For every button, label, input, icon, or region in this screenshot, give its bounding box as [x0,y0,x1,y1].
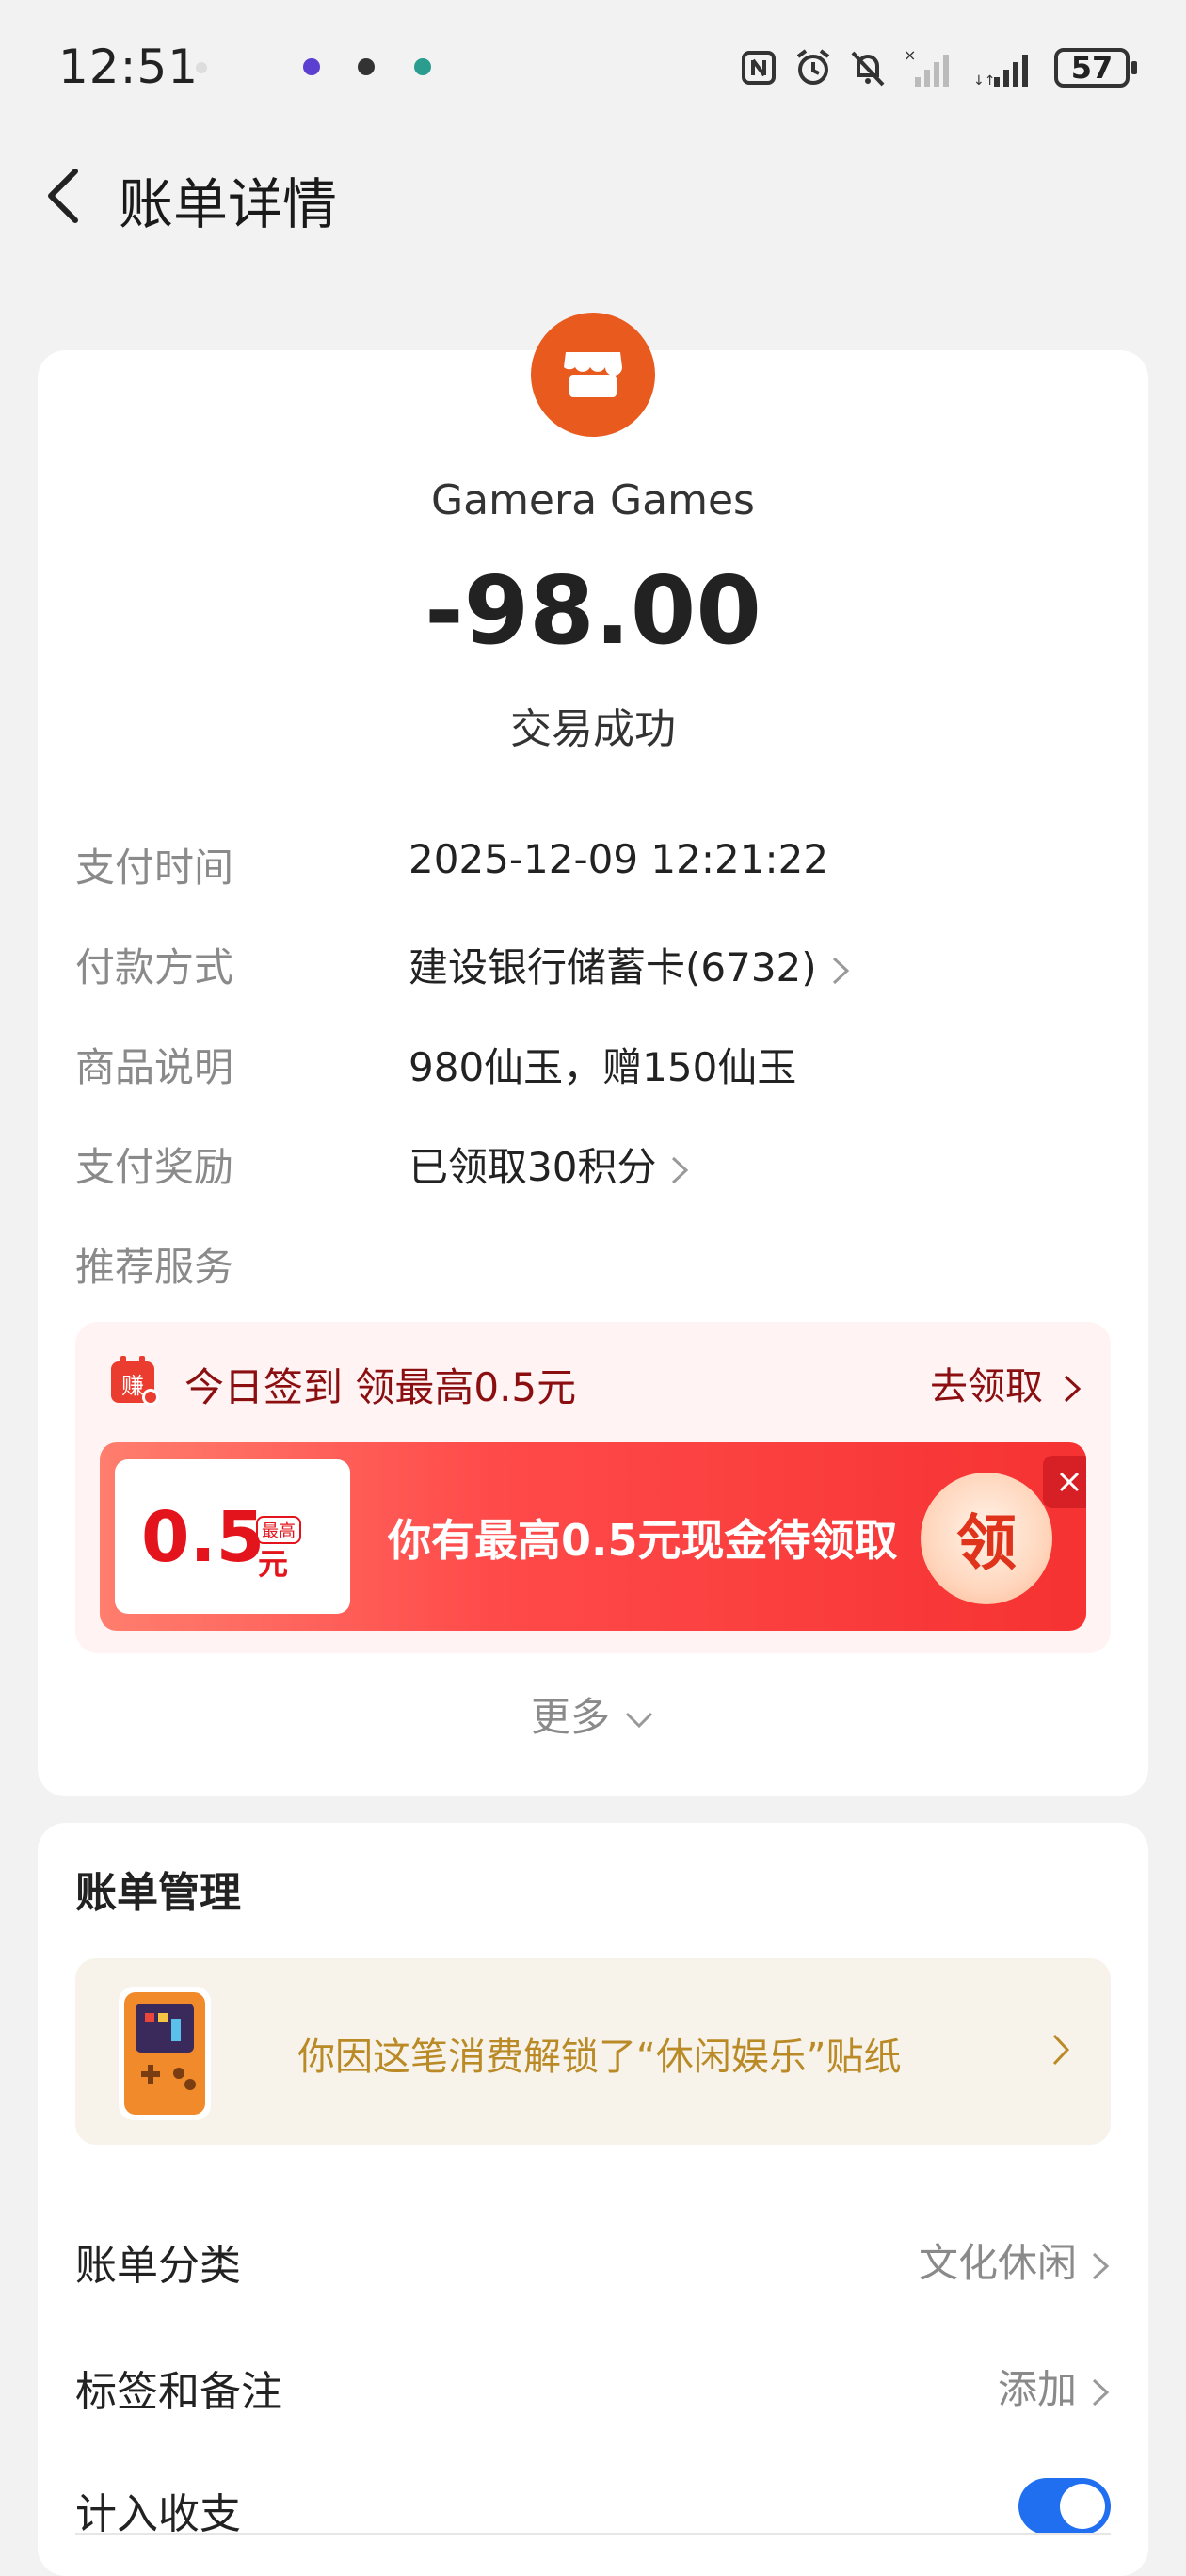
chevron-down-icon [625,1712,653,1728]
detail-value: 2025-12-09 12:21:22 [409,836,829,882]
svg-text:↓↑: ↓↑ [973,73,995,89]
bill-category-row[interactable]: 账单分类 文化休闲 [75,2218,1111,2294]
chevron-right-icon [832,957,849,984]
status-time: 12:51 [58,40,200,94]
detail-label: 支付时间 [75,845,234,891]
calendar-icon: 赚 [109,1356,160,1407]
svg-text:×: × [904,47,916,64]
chevron-right-icon [672,1156,689,1183]
include-toggle[interactable] [1018,2478,1111,2535]
status-bar: 12:51 × ↓↑ 57 [0,0,1186,132]
notification-icon [303,58,320,75]
alarm-icon [796,49,830,85]
detail-label: 推荐服务 [75,1244,234,1290]
chevron-right-icon [1092,2378,1110,2406]
more-button[interactable]: 更多 [38,1685,1148,1743]
bill-management-card: 账单管理 你因这笔消费解锁了“休闲娱乐”贴纸 账单分类 文化休闲 标签和备注 添… [38,1823,1148,2576]
detail-row-pay-time: 支付时间 2025-12-09 12:21:22 [75,827,1111,893]
transaction-status: 交易成功 [510,705,676,753]
row-value: 文化休闲 [918,2240,1077,2286]
row-label: 标签和备注 [75,2368,282,2416]
coupon-amount: 0.5 [141,1497,265,1578]
row-value: 添加 [997,2366,1077,2412]
notification-icon [414,58,431,75]
sticker-text: 你因这笔消费解锁了“休闲娱乐”贴纸 [297,2036,902,2079]
detail-value: 980仙玉，赠150仙玉 [409,1044,797,1090]
more-label: 更多 [530,1694,610,1740]
detail-label: 商品说明 [75,1044,234,1090]
sticker-banner[interactable]: 你因这笔消费解锁了“休闲娱乐”贴纸 [75,1958,1111,2145]
mute-icon [851,51,885,87]
promo-link-label: 去领取 [930,1365,1043,1409]
store-icon [531,313,655,437]
calendar-icon-label: 赚 [121,1373,144,1399]
notification-dot [196,62,207,73]
coupon-ticket: 0.5 最高 元 [115,1459,350,1614]
coupon-unit: 元 [258,1546,289,1582]
detail-label: 付款方式 [75,944,234,990]
row-label: 账单分类 [75,2242,241,2290]
promo-claim-link[interactable]: 去领取 [930,1356,1082,1410]
chevron-right-icon [1092,2252,1110,2279]
detail-value: 建设银行储蓄卡(6732) [409,944,817,990]
cash-coupon[interactable]: 0.5 最高 元 你有最高0.5元现金待领取 领 [100,1442,1086,1631]
close-icon[interactable] [1043,1456,1086,1508]
tags-notes-row[interactable]: 标签和备注 添加 [75,2344,1111,2420]
transaction-card: Gamera Games -98.00 交易成功 支付时间 2025-12-09… [38,313,1148,1796]
coupon-text: 你有最高0.5元现金待领取 [388,1515,898,1566]
detail-row-reward[interactable]: 支付奖励 已领取30积分 [75,1126,1111,1192]
detail-label: 支付奖励 [75,1144,234,1190]
chevron-left-icon[interactable] [38,162,94,228]
transaction-amount: -98.00 [425,555,761,666]
game-console-sticker-icon [119,1987,211,2120]
page-title: 账单详情 [119,172,338,236]
signal-icon: ↓↑ [973,55,1028,89]
include-in-budget-row: 计入收支 [75,2467,1111,2542]
detail-row-description: 商品说明 980仙玉，赠150仙玉 [75,1026,1111,1092]
row-label: 计入收支 [75,2490,241,2538]
promo-title: 今日签到 领最高0.5元 [184,1364,577,1410]
chevron-right-icon [1064,1375,1082,1403]
section-title: 账单管理 [75,1869,241,1917]
merchant-name: Gamera Games [431,476,755,524]
toggle-knob [1060,2484,1105,2529]
notification-icon [358,58,375,75]
header: 账单详情 [0,141,1186,254]
nfc-icon [742,51,776,85]
checkin-promo: 赚 今日签到 领最高0.5元 去领取 0.5 最高 元 你有最高0.5元现金待领… [75,1322,1111,1653]
signal-x-icon: × [904,47,949,87]
battery-indicator: 57 [1054,48,1137,88]
chevron-right-icon [1052,2034,1070,2066]
divider [75,2533,1111,2535]
detail-row-payment-method[interactable]: 付款方式 建设银行储蓄卡(6732) [75,926,1111,992]
detail-row-recommended: 推荐服务 [75,1226,1111,1292]
detail-value: 已领取30积分 [409,1144,657,1190]
claim-button[interactable]: 领 [921,1473,1052,1604]
